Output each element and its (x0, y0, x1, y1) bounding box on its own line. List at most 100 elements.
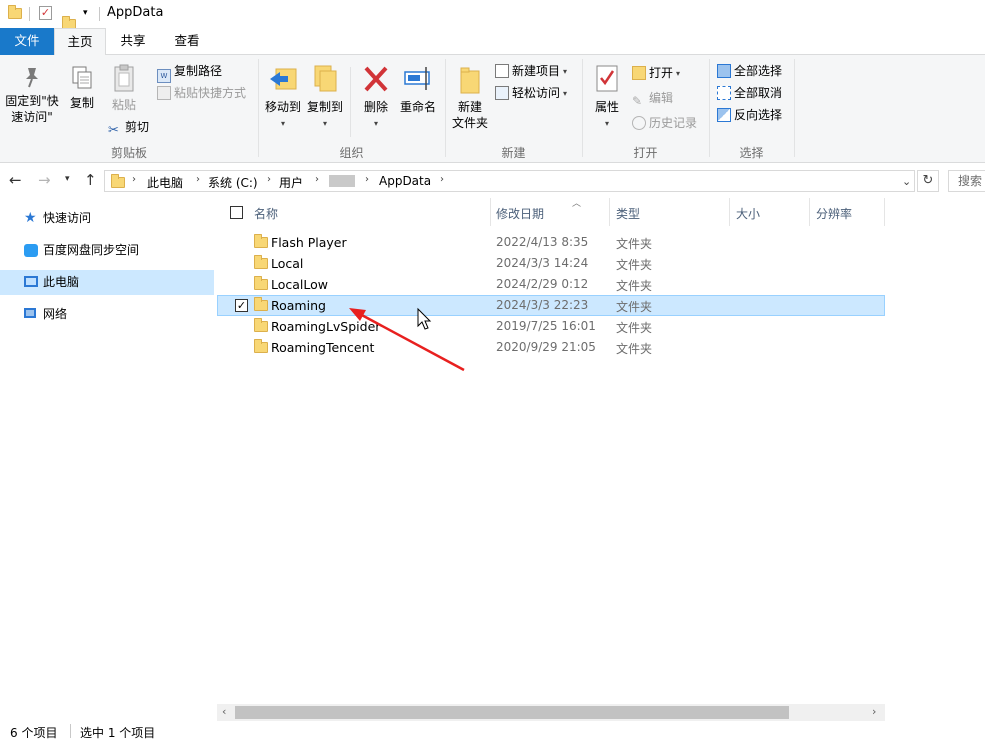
copy-button[interactable]: 复制 (64, 65, 100, 111)
new-item-icon (495, 64, 509, 78)
file-row-flash-player[interactable]: Flash Player 2022/4/13 8:35 文件夹 (217, 232, 885, 253)
copy-icon (72, 66, 92, 89)
nav-item-quick-access[interactable]: ★ 快速访问 (0, 206, 214, 231)
rename-button[interactable]: 重命名 (396, 63, 440, 115)
paste-button[interactable]: 粘贴 (106, 63, 142, 113)
select-all-button[interactable]: 全部选择 (717, 63, 782, 79)
easy-access-button[interactable]: 轻松访问 ▾ (495, 85, 567, 102)
folder-icon (254, 276, 268, 290)
address-bar[interactable]: › 此电脑 › 系统 (C:) › 用户 › › AppData › ⌄ (104, 170, 915, 192)
open-icon (632, 66, 646, 80)
properties-button[interactable]: 属性 ▾ (588, 63, 626, 132)
new-folder-button[interactable]: 新建 文件夹 (449, 63, 491, 131)
recent-locations-chevron-icon[interactable]: ▾ (65, 174, 70, 184)
paste-clipboard-icon (114, 64, 134, 92)
horizontal-scrollbar[interactable]: ‹ › (217, 704, 885, 721)
open-button[interactable]: 打开 ▾ (632, 65, 680, 82)
tab-file[interactable]: 文件 (0, 28, 54, 55)
refresh-icon[interactable]: ↻ (917, 170, 939, 192)
column-resolution[interactable]: 分辨率 (816, 205, 852, 222)
column-size[interactable]: 大小 (736, 205, 760, 222)
copy-to-button[interactable]: 复制到 ▾ (305, 63, 345, 132)
file-row-roaminglvspider[interactable]: RoamingLvSpider 2019/7/25 16:01 文件夹 (217, 316, 885, 337)
sort-ascending-icon: ︿ (572, 199, 582, 209)
address-history-chevron-icon[interactable]: ⌄ (902, 175, 911, 188)
location-folder-icon (111, 174, 125, 188)
folder-icon (254, 297, 268, 311)
status-bar: 6 个项目 选中 1 个项目 (0, 722, 985, 739)
edit-button[interactable]: ✎ 编辑 (632, 90, 673, 108)
star-icon: ★ (24, 210, 37, 226)
tab-share[interactable]: 共享 (106, 28, 160, 55)
scroll-left-arrow-icon[interactable]: ‹ (222, 705, 226, 718)
nav-item-this-pc[interactable]: 此电脑 (0, 270, 214, 295)
paste-shortcut-icon (157, 86, 171, 100)
up-arrow-icon[interactable]: ↑ (84, 171, 97, 189)
history-clock-icon (632, 116, 646, 130)
select-all-checkbox[interactable] (230, 206, 243, 219)
breadcrumb-chevron-icon[interactable]: › (315, 174, 319, 185)
scissors-icon: ✂ (108, 123, 119, 138)
back-arrow-icon[interactable]: ← (9, 171, 22, 189)
file-row-roamingtencent[interactable]: RoamingTencent 2020/9/29 21:05 文件夹 (217, 337, 885, 358)
scroll-right-arrow-icon[interactable]: › (872, 705, 876, 718)
address-row: ← → ▾ ↑ › 此电脑 › 系统 (C:) › 用户 › › AppData… (0, 167, 985, 195)
copy-path-button[interactable]: W 复制路径 (157, 63, 222, 83)
breadcrumb-chevron-icon[interactable]: › (196, 174, 200, 185)
forward-arrow-icon[interactable]: → (38, 171, 51, 189)
organize-group-label: 组织 (339, 146, 364, 160)
title-bar: ✓ ▾ AppData (0, 0, 985, 30)
redacted-username[interactable] (329, 175, 355, 187)
invert-selection-icon (717, 108, 731, 122)
breadcrumb-chevron-icon[interactable]: › (132, 174, 136, 185)
breadcrumb-system-drive[interactable]: 系统 (C:) (208, 174, 258, 191)
new-item-button[interactable]: 新建项目 ▾ (495, 63, 567, 80)
breadcrumb-chevron-icon[interactable]: › (440, 174, 444, 185)
select-none-icon (717, 86, 731, 100)
nav-item-baidu-sync[interactable]: 百度网盘同步空间 (0, 238, 214, 263)
ribbon-home: 固定到"快 速访问" 复制 粘贴 W 复制路径 粘贴快捷方式 ✂ 剪切 剪贴板 移动… (0, 55, 985, 163)
selected-count: 选中 1 个项目 (80, 726, 156, 739)
copy-to-icon (314, 65, 337, 92)
paste-shortcut-button[interactable]: 粘贴快捷方式 (157, 85, 246, 101)
select-none-button[interactable]: 全部取消 (717, 85, 782, 101)
properties-quick-access-icon[interactable]: ✓ (39, 6, 52, 20)
delete-x-icon (364, 66, 388, 92)
nav-item-network[interactable]: 网络 (0, 302, 214, 327)
column-name[interactable]: 名称 (254, 205, 278, 222)
folder-icon (254, 234, 268, 248)
cut-button[interactable]: ✂ 剪切 (108, 119, 149, 138)
file-row-locallow[interactable]: LocalLow 2024/2/29 0:12 文件夹 (217, 274, 885, 295)
breadcrumb-appdata[interactable]: AppData (379, 174, 431, 188)
history-button[interactable]: 历史记录 (632, 115, 697, 131)
open-group-label: 打开 (633, 146, 658, 160)
delete-button[interactable]: 删除 ▾ (356, 63, 396, 132)
search-input[interactable]: 搜索 (948, 170, 985, 192)
window-title: AppData (107, 5, 164, 20)
folder-icon (254, 318, 268, 332)
breadcrumb-this-pc[interactable]: 此电脑 (147, 174, 183, 191)
breadcrumb-users[interactable]: 用户 (279, 174, 303, 191)
customize-quick-access-chevron-icon[interactable]: ▾ (83, 8, 88, 18)
select-all-icon (717, 64, 731, 78)
scrollbar-thumb[interactable] (235, 706, 789, 719)
file-row-roaming[interactable]: ✓ Roaming 2024/3/3 22:23 文件夹 (217, 295, 885, 316)
tab-view[interactable]: 查看 (160, 28, 214, 55)
move-to-icon (270, 68, 297, 90)
move-to-button[interactable]: 移动到 ▾ (263, 63, 303, 132)
item-count: 6 个项目 (10, 726, 58, 739)
breadcrumb-chevron-icon[interactable]: › (267, 174, 271, 185)
column-date[interactable]: 修改日期 (496, 205, 544, 222)
invert-selection-button[interactable]: 反向选择 (717, 107, 782, 123)
breadcrumb-chevron-icon[interactable]: › (365, 174, 369, 185)
clipboard-group-label: 剪贴板 (110, 146, 147, 160)
row-checkbox-checked[interactable]: ✓ (235, 299, 248, 312)
file-list-header: ︿ 名称 修改日期 类型 大小 分辨率 (217, 198, 885, 228)
folder-icon (254, 339, 268, 353)
column-type[interactable]: 类型 (616, 205, 640, 222)
file-row-local[interactable]: Local 2024/3/3 14:24 文件夹 (217, 253, 885, 274)
tab-home[interactable]: 主页 (54, 28, 106, 56)
copy-path-icon: W (157, 69, 171, 83)
pin-to-quick-access-button[interactable]: 固定到"快 速访问" (4, 65, 60, 125)
baidu-cloud-icon (24, 244, 38, 257)
